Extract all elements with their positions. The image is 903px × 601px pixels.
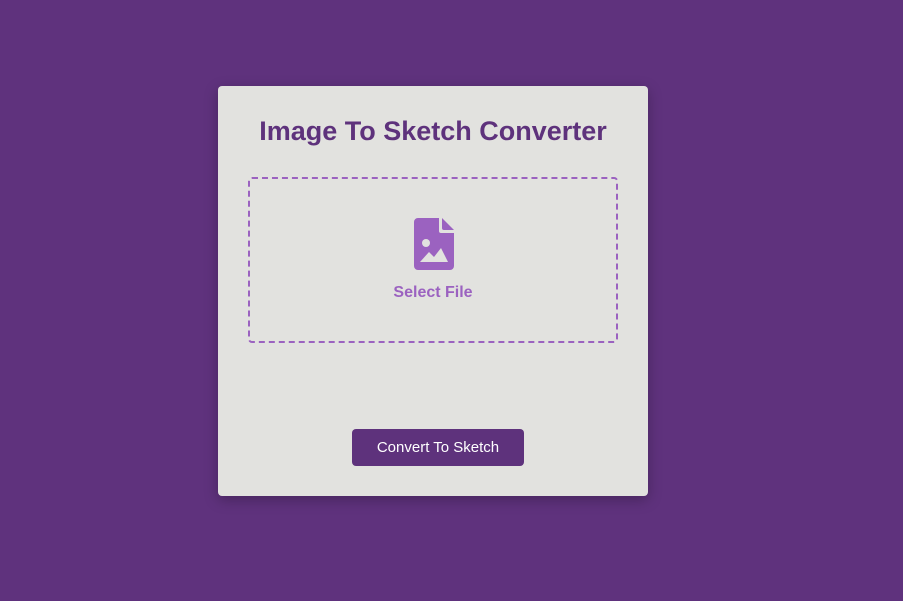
page-title: Image To Sketch Converter [259, 116, 607, 146]
convert-to-sketch-button[interactable]: Convert To Sketch [352, 429, 524, 466]
select-file-label: Select File [393, 284, 473, 301]
file-image-icon [414, 218, 454, 270]
file-dropzone[interactable]: Select File [248, 177, 618, 343]
converter-card: Image To Sketch Converter Select File Co… [218, 86, 648, 496]
